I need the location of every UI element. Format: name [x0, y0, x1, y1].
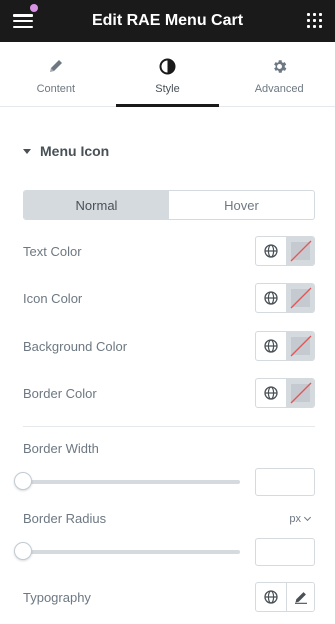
- edit-typography-pencil-icon[interactable]: [287, 583, 314, 611]
- notification-dot: [30, 4, 38, 12]
- menu-hamburger-icon[interactable]: [13, 12, 33, 30]
- border-color-label: Border Color: [23, 385, 97, 401]
- text-color-label: Text Color: [23, 243, 82, 259]
- panel-tabs: Content Style Advanced: [0, 42, 335, 107]
- background-color-label: Background Color: [23, 338, 128, 354]
- border-width-label: Border Width: [23, 441, 99, 456]
- border-color-row: Border Color: [23, 378, 315, 408]
- chevron-down-icon: [303, 513, 312, 522]
- slider-track: [23, 550, 240, 554]
- half-circle-icon: [159, 57, 176, 75]
- icon-color-control: [255, 283, 315, 313]
- state-tabs: Normal Hover: [23, 190, 315, 220]
- border-color-control: [255, 378, 315, 408]
- global-typography-globe-icon[interactable]: [256, 583, 287, 611]
- background-color-swatch[interactable]: [287, 332, 314, 360]
- gear-icon: [271, 57, 288, 75]
- border-width-input[interactable]: [255, 468, 315, 496]
- tab-content-label: Content: [36, 83, 76, 95]
- text-color-row: Text Color: [23, 236, 315, 266]
- tab-normal[interactable]: Normal: [24, 191, 169, 219]
- typography-control: [255, 582, 315, 612]
- pencil-icon: [48, 57, 64, 75]
- editor-header: Edit RAE Menu Cart: [0, 0, 335, 42]
- border-width-slider[interactable]: [14, 472, 240, 490]
- tab-advanced[interactable]: Advanced: [223, 42, 335, 106]
- text-color-swatch[interactable]: [287, 237, 314, 265]
- tab-style-label: Style: [155, 83, 180, 95]
- slider-track: [23, 480, 240, 484]
- typography-label: Typography: [23, 589, 91, 605]
- border-radius-label: Border Radius: [23, 511, 107, 526]
- global-colors-globe-icon[interactable]: [256, 237, 287, 265]
- icon-color-swatch[interactable]: [287, 284, 314, 312]
- border-radius-row: Border Radius: [23, 511, 315, 526]
- border-color-swatch[interactable]: [287, 379, 314, 407]
- icon-color-row: Icon Color: [23, 283, 315, 313]
- tab-content[interactable]: Content: [0, 42, 112, 106]
- slider-handle[interactable]: [14, 472, 32, 490]
- slider-handle[interactable]: [14, 542, 32, 560]
- border-radius-slider[interactable]: [14, 542, 240, 560]
- tab-hover[interactable]: Hover: [169, 191, 314, 219]
- section-title: Menu Icon: [40, 143, 110, 159]
- global-colors-globe-icon[interactable]: [256, 284, 287, 312]
- global-colors-globe-icon[interactable]: [256, 379, 287, 407]
- icon-color-label: Icon Color: [23, 290, 83, 306]
- caret-down-icon: [23, 148, 31, 154]
- section-menu-icon-toggle[interactable]: Menu Icon: [23, 143, 109, 159]
- border-radius-input[interactable]: [255, 538, 315, 566]
- global-colors-globe-icon[interactable]: [256, 332, 287, 360]
- text-color-control: [255, 236, 315, 266]
- background-color-row: Background Color: [23, 331, 315, 361]
- panel-title: Edit RAE Menu Cart: [91, 12, 244, 29]
- unit-label: px: [289, 513, 301, 525]
- tab-advanced-label: Advanced: [254, 83, 304, 95]
- tab-style[interactable]: Style: [112, 42, 224, 107]
- border-width-row: Border Width: [23, 441, 315, 456]
- section-divider: [23, 426, 315, 427]
- widgets-grid-icon[interactable]: [307, 13, 322, 28]
- background-color-control: [255, 331, 315, 361]
- typography-row: Typography: [23, 582, 315, 612]
- border-radius-unit-select[interactable]: px: [289, 513, 312, 525]
